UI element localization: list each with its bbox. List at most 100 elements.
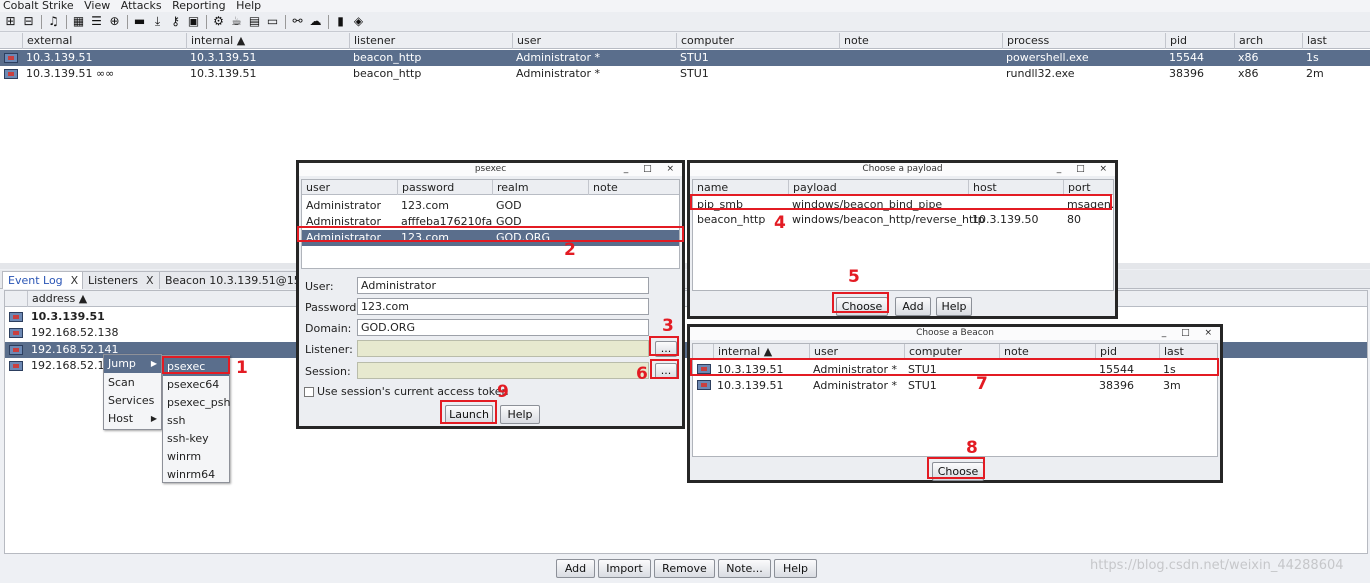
- menu-item-jump[interactable]: Jump ▶: [104, 355, 161, 373]
- col-last[interactable]: last: [1159, 344, 1217, 359]
- settings-icon[interactable]: ⚙: [212, 15, 225, 28]
- table-row[interactable]: Administrator 123.com GOD: [302, 198, 679, 214]
- menu-reporting[interactable]: Reporting: [172, 0, 225, 12]
- listener-field[interactable]: [357, 340, 649, 357]
- import-button[interactable]: Import: [598, 559, 651, 578]
- col-computer[interactable]: computer: [904, 344, 999, 359]
- annotation-box: [649, 336, 679, 356]
- download-icon[interactable]: ⤓: [151, 15, 164, 28]
- col-user[interactable]: user: [512, 33, 676, 49]
- menu-cobalt-strike[interactable]: Cobalt Strike: [3, 0, 74, 12]
- col-internal[interactable]: internal ▲: [186, 33, 349, 49]
- package-icon[interactable]: ◈: [352, 15, 365, 28]
- help-button[interactable]: Help: [936, 297, 972, 316]
- col-payload[interactable]: payload: [788, 180, 968, 195]
- menu-item-ssh[interactable]: ssh: [163, 412, 229, 430]
- col-note[interactable]: note: [839, 33, 1002, 49]
- col-arch[interactable]: arch: [1234, 33, 1302, 49]
- col-user[interactable]: user: [302, 180, 397, 195]
- menu-item-label: Jump: [108, 357, 136, 370]
- targets-icon[interactable]: ⊕: [108, 15, 121, 28]
- add-button[interactable]: Add: [556, 559, 595, 578]
- console-icon[interactable]: ▭: [266, 15, 279, 28]
- close-icon[interactable]: X: [146, 274, 154, 287]
- credentials-icon[interactable]: ▬: [133, 15, 146, 28]
- access-token-checkbox[interactable]: [304, 387, 314, 397]
- table-row[interactable]: 10.3.139.51 Administrator * STU1 38396 3…: [693, 378, 1217, 394]
- choose-payload-dialog: Choose a payload _ □ × name payload host…: [687, 160, 1118, 319]
- menu-item-host[interactable]: Host ▶: [104, 410, 161, 428]
- report-icon[interactable]: ▤: [248, 15, 261, 28]
- help-button[interactable]: Help: [500, 405, 540, 424]
- window-controls[interactable]: _ □ ×: [1057, 163, 1113, 176]
- annotation-number: 7: [976, 374, 988, 394]
- menu-item-winrm64[interactable]: winrm64: [163, 466, 229, 484]
- col-user[interactable]: user: [809, 344, 904, 359]
- session-table-icon[interactable]: ☰: [90, 15, 103, 28]
- domain-field[interactable]: GOD.ORG: [357, 319, 649, 336]
- menu-item-psexec64[interactable]: psexec64: [163, 376, 229, 394]
- table-row[interactable]: 10.3.139.51 ∞∞ 10.3.139.51 beacon_http A…: [0, 66, 1370, 82]
- cell-user: Administrator: [306, 199, 381, 212]
- note-button[interactable]: Note...: [718, 559, 771, 578]
- window-controls[interactable]: _ □ ×: [624, 163, 680, 176]
- menu-help[interactable]: Help: [236, 0, 261, 12]
- col-note[interactable]: note: [588, 180, 679, 195]
- table-row[interactable]: beacon_http windows/beacon_http/reverse_…: [693, 212, 1113, 228]
- help-button[interactable]: Help: [774, 559, 817, 578]
- cell-computer: STU1: [680, 67, 709, 80]
- pivot-graph-icon[interactable]: ▦: [72, 15, 85, 28]
- col-listener[interactable]: listener: [349, 33, 512, 49]
- cell-user: Administrator *: [516, 51, 600, 64]
- coffee-icon[interactable]: ☕: [230, 15, 243, 28]
- col-name[interactable]: name: [693, 180, 788, 195]
- table-header: user password realm note: [302, 180, 679, 195]
- col-port[interactable]: port: [1063, 180, 1113, 195]
- password-field[interactable]: 123.com: [357, 298, 649, 315]
- remove-button[interactable]: Remove: [654, 559, 715, 578]
- cell-user: Administrator *: [813, 379, 897, 392]
- col-pid[interactable]: pid: [1095, 344, 1159, 359]
- menu-view[interactable]: View: [84, 0, 110, 12]
- menu-item-label: Host: [108, 412, 134, 425]
- cell-pid: 15544: [1169, 51, 1204, 64]
- menu-item-services[interactable]: Services: [104, 392, 161, 410]
- disconnect-icon[interactable]: ⊟: [22, 15, 35, 28]
- menu-item-ssh-key[interactable]: ssh-key: [163, 430, 229, 448]
- col-host[interactable]: host: [968, 180, 1063, 195]
- cell-arch: x86: [1238, 51, 1259, 64]
- window-controls[interactable]: _ □ ×: [1162, 327, 1218, 340]
- add-button[interactable]: Add: [895, 297, 931, 316]
- table-row[interactable]: 10.3.139.51 10.3.139.51 beacon_http Admi…: [0, 50, 1370, 66]
- col-pid[interactable]: pid: [1165, 33, 1234, 49]
- tab-event-log[interactable]: Event Log X: [2, 271, 85, 289]
- tab-listeners[interactable]: Listeners X: [82, 271, 160, 289]
- col-realm[interactable]: realm: [492, 180, 588, 195]
- close-icon[interactable]: X: [71, 274, 79, 287]
- user-field[interactable]: Administrator: [357, 277, 649, 294]
- new-connection-icon[interactable]: ⊞: [4, 15, 17, 28]
- menu-item-winrm[interactable]: winrm: [163, 448, 229, 466]
- col-external[interactable]: external: [22, 33, 186, 49]
- col-computer[interactable]: computer: [676, 33, 839, 49]
- annotation-number: 1: [236, 358, 248, 378]
- col-password[interactable]: password: [397, 180, 492, 195]
- server-icon[interactable]: ▮: [334, 15, 347, 28]
- tab-beacon[interactable]: Beacon 10.3.139.51@155: [159, 271, 314, 289]
- col-process[interactable]: process: [1002, 33, 1165, 49]
- col-note[interactable]: note: [999, 344, 1095, 359]
- col-last[interactable]: last: [1302, 33, 1370, 49]
- screenshot-icon[interactable]: ▣: [187, 15, 200, 28]
- menu-item-scan[interactable]: Scan: [104, 374, 161, 392]
- headphones-icon[interactable]: ♫: [47, 15, 60, 28]
- col-internal[interactable]: internal ▲: [713, 344, 809, 359]
- key-icon[interactable]: ⚷: [169, 15, 182, 28]
- cloud-icon[interactable]: ☁: [309, 15, 322, 28]
- menu-item-psexec-psh[interactable]: psexec_psh: [163, 394, 230, 412]
- session-field[interactable]: [357, 362, 649, 379]
- cell-computer: STU1: [908, 379, 937, 392]
- link-icon[interactable]: ⚯: [291, 15, 304, 28]
- table-row[interactable]: 10.3.139.51: [5, 309, 1367, 325]
- menu-attacks[interactable]: Attacks: [121, 0, 162, 12]
- panel-splitter[interactable]: [0, 263, 1370, 269]
